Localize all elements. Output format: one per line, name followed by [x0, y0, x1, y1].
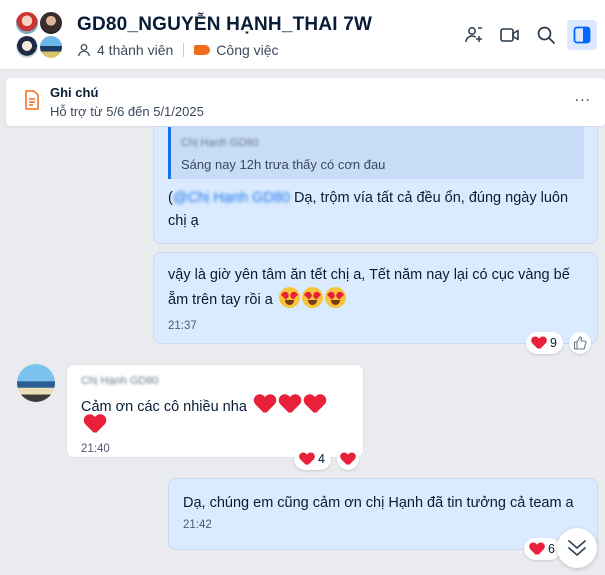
note-title: Ghi chú: [50, 85, 99, 100]
reaction-summary[interactable]: 9: [526, 332, 563, 354]
message-text: (@Chị Hạnh GD80 Dạ, trộm vía tất cả đều …: [168, 187, 588, 233]
sender-avatar[interactable]: [17, 364, 55, 402]
heart-icon: [300, 453, 314, 466]
add-member-button[interactable]: [459, 20, 489, 50]
quoted-message[interactable]: Chị Hạnh GD80 Sáng nay 12h trưa thấy có …: [168, 127, 584, 179]
pinned-note-bar[interactable]: Ghi chú Hỗ trợ từ 5/6 đến 5/1/2025 ...: [6, 78, 605, 126]
search-button[interactable]: [531, 20, 561, 50]
conversation-label[interactable]: Công việc: [216, 42, 278, 58]
reaction-count: 9: [550, 336, 557, 350]
reaction-count: 4: [318, 452, 325, 466]
message-time: 21:42: [183, 519, 212, 531]
message-bubble-incoming[interactable]: Chị Hạnh GD80 Cảm ơn các cô nhiều nha 21…: [66, 364, 364, 458]
more-options-button[interactable]: ...: [575, 88, 591, 106]
heart-reaction-button[interactable]: [337, 448, 359, 470]
person-icon: [78, 43, 90, 57]
heart-icon: [530, 543, 544, 556]
message-text: Cảm ơn các cô nhiều nha: [81, 395, 349, 435]
conversation-meta: 4 thành viên Công việc: [77, 42, 279, 58]
toggle-sidebar-button[interactable]: [567, 20, 597, 50]
message-bubble-outgoing[interactable]: Chị Hạnh GD80 Sáng nay 12h trưa thấy có …: [153, 126, 598, 244]
message-body: Cảm ơn các cô nhiều nha: [81, 399, 247, 415]
heart-emoji-icon: [279, 395, 301, 415]
chat-header: GD80_NGUYỄN HẠNH_THAI 7W 4 thành viên Cô…: [0, 0, 605, 70]
conversation-title[interactable]: GD80_NGUYỄN HẠNH_THAI 7W: [77, 14, 372, 36]
heart-emoji-icon: [304, 395, 326, 415]
heart-icon: [341, 453, 355, 466]
header-actions: [459, 20, 597, 50]
message-time: 21:37: [168, 320, 197, 332]
note-content: Hỗ trợ từ 5/6 đến 5/1/2025: [50, 104, 204, 119]
heart-icon: [532, 337, 546, 350]
double-chevron-down-icon: [568, 540, 586, 556]
mention-link[interactable]: @Chị Hạnh GD80: [173, 190, 290, 206]
message-body: vậy là giờ yên tâm ăn tết chị a, Tết năm…: [168, 267, 570, 308]
heart-emoji-icon: [84, 415, 106, 435]
member-avatar: [14, 10, 40, 36]
sender-name[interactable]: Chị Hạnh GD80: [81, 375, 349, 387]
reaction-count: 6: [548, 542, 555, 556]
message-text: vậy là giờ yên tâm ăn tết chị a, Tết năm…: [168, 263, 583, 312]
member-avatar: [38, 34, 64, 60]
group-avatar[interactable]: [14, 10, 66, 62]
add-member-icon: [465, 27, 482, 43]
message-bubble-outgoing[interactable]: vậy là giờ yên tâm ăn tết chị a, Tết năm…: [153, 252, 598, 344]
quoted-text: Sáng nay 12h trưa thấy có cơn đau: [181, 157, 386, 172]
note-icon: [25, 90, 39, 110]
divider: [183, 43, 185, 57]
video-call-icon: [500, 28, 519, 42]
heart-eyes-emoji-icon: [278, 287, 300, 308]
search-icon: [537, 26, 555, 44]
toggle-sidebar-icon: [573, 26, 591, 44]
heart-eyes-emoji-icon: [301, 287, 323, 308]
quoted-sender: Chị Hạnh GD80: [181, 137, 259, 149]
like-reaction-button[interactable]: [569, 332, 591, 354]
heart-emoji-icon: [254, 395, 276, 415]
member-avatar: [14, 34, 40, 60]
scroll-to-bottom-button[interactable]: [557, 528, 597, 568]
thumbs-up-icon: [573, 336, 587, 350]
message-text: Dạ, chúng em cũng cảm ơn chị Hạnh đã tin…: [183, 495, 574, 511]
heart-eyes-emoji-icon: [324, 287, 346, 308]
reaction-summary[interactable]: 4: [294, 448, 331, 470]
label-tag-icon: [194, 45, 211, 55]
video-call-button[interactable]: [495, 20, 525, 50]
member-count[interactable]: 4 thành viên: [97, 42, 173, 58]
reaction-summary[interactable]: 6: [524, 538, 561, 560]
member-avatar: [38, 10, 64, 36]
